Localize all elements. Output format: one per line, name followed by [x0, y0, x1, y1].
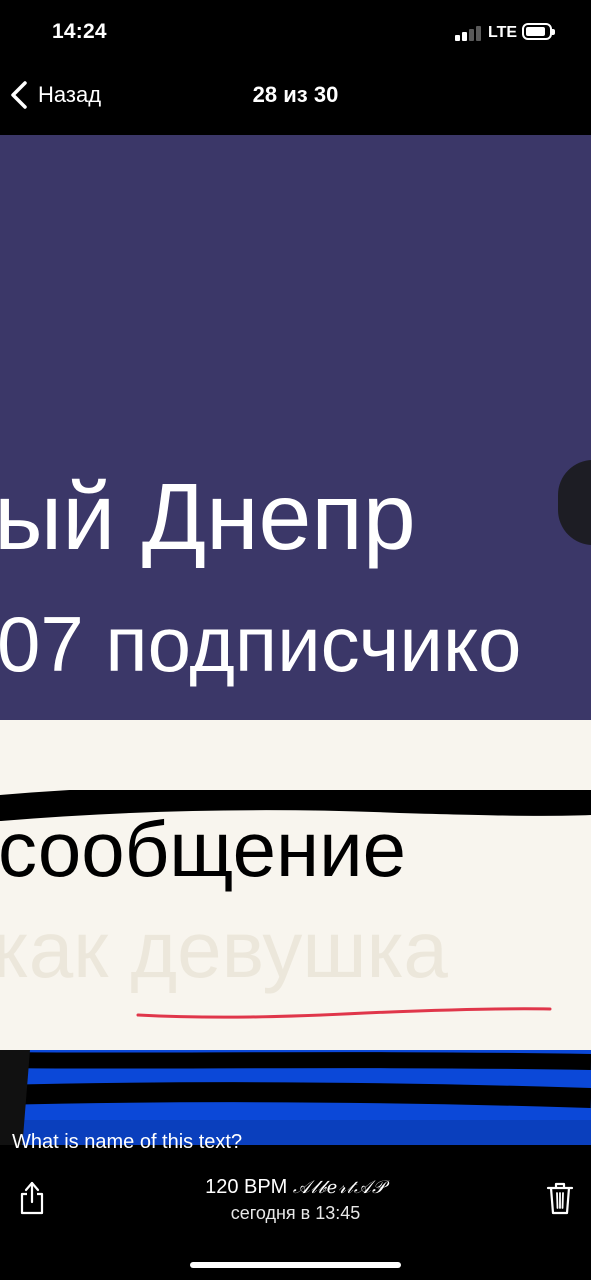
signal-icon — [455, 25, 483, 41]
photo-faded-text: как девушка — [0, 905, 448, 994]
band-scribble — [0, 1050, 591, 1145]
home-indicator[interactable] — [190, 1262, 401, 1268]
trash-icon[interactable] — [546, 1180, 574, 1216]
photo-channel-name: ый Днепр — [0, 464, 416, 570]
photo-caption: What is name of this text? — [12, 1131, 243, 1153]
status-time: 14:24 — [52, 20, 107, 43]
battery-icon — [522, 23, 555, 40]
black-scribble — [0, 790, 591, 821]
network-type: LTE — [488, 24, 518, 41]
photo-viewer[interactable]: ый Днепр 07 подписчико сообщение как дев… — [0, 135, 591, 1145]
red-underline — [136, 1007, 552, 1019]
photo-info-title: 120 BPM 𝒜𝓁𝒷𝑒𝓇𝓉𝒜𝒫 — [0, 1176, 591, 1199]
photo-author: 𝒜𝓁𝒷𝑒𝓇𝓉𝒜𝒫 — [292, 1177, 386, 1198]
photo-subscribers: 07 подписчико — [0, 600, 522, 688]
page-title: 28 из 30 — [252, 82, 339, 107]
photo-date: сегодня в 13:45 — [230, 1203, 361, 1223]
photo-info-prefix: 120 BPM — [205, 1176, 288, 1198]
